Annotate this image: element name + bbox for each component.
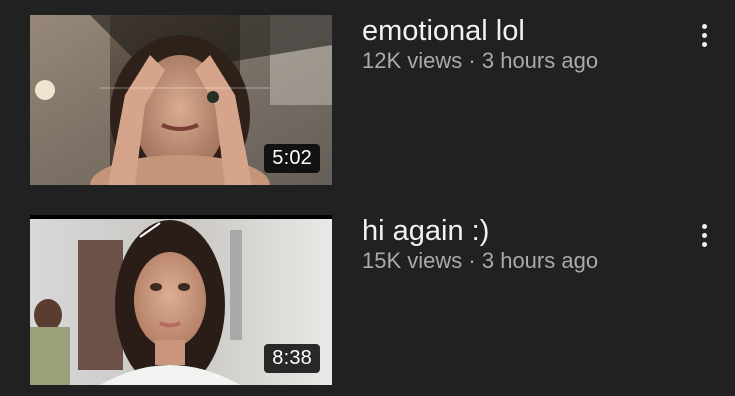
more-vert-icon[interactable]: [690, 17, 720, 53]
video-thumbnail[interactable]: 5:02: [30, 15, 332, 185]
video-item[interactable]: 8:38 hi again :) 15K views · 3 hours ago: [0, 213, 735, 385]
video-title[interactable]: emotional lol: [362, 13, 525, 49]
video-metadata: 12K views · 3 hours ago: [362, 46, 598, 76]
video-thumbnail[interactable]: 8:38: [30, 215, 332, 385]
video-item[interactable]: 5:02 emotional lol 12K views · 3 hours a…: [0, 13, 735, 185]
meta-separator: ·: [468, 48, 476, 73]
upload-age: 3 hours ago: [481, 248, 599, 273]
view-count: 12K views: [362, 48, 463, 73]
video-metadata: 15K views · 3 hours ago: [362, 246, 598, 276]
more-vert-icon[interactable]: [690, 217, 720, 253]
view-count: 15K views: [362, 248, 463, 273]
meta-separator: ·: [468, 248, 476, 273]
video-duration: 8:38: [264, 344, 320, 373]
video-duration: 5:02: [264, 144, 320, 173]
upload-age: 3 hours ago: [481, 48, 599, 73]
video-title[interactable]: hi again :): [362, 213, 489, 249]
